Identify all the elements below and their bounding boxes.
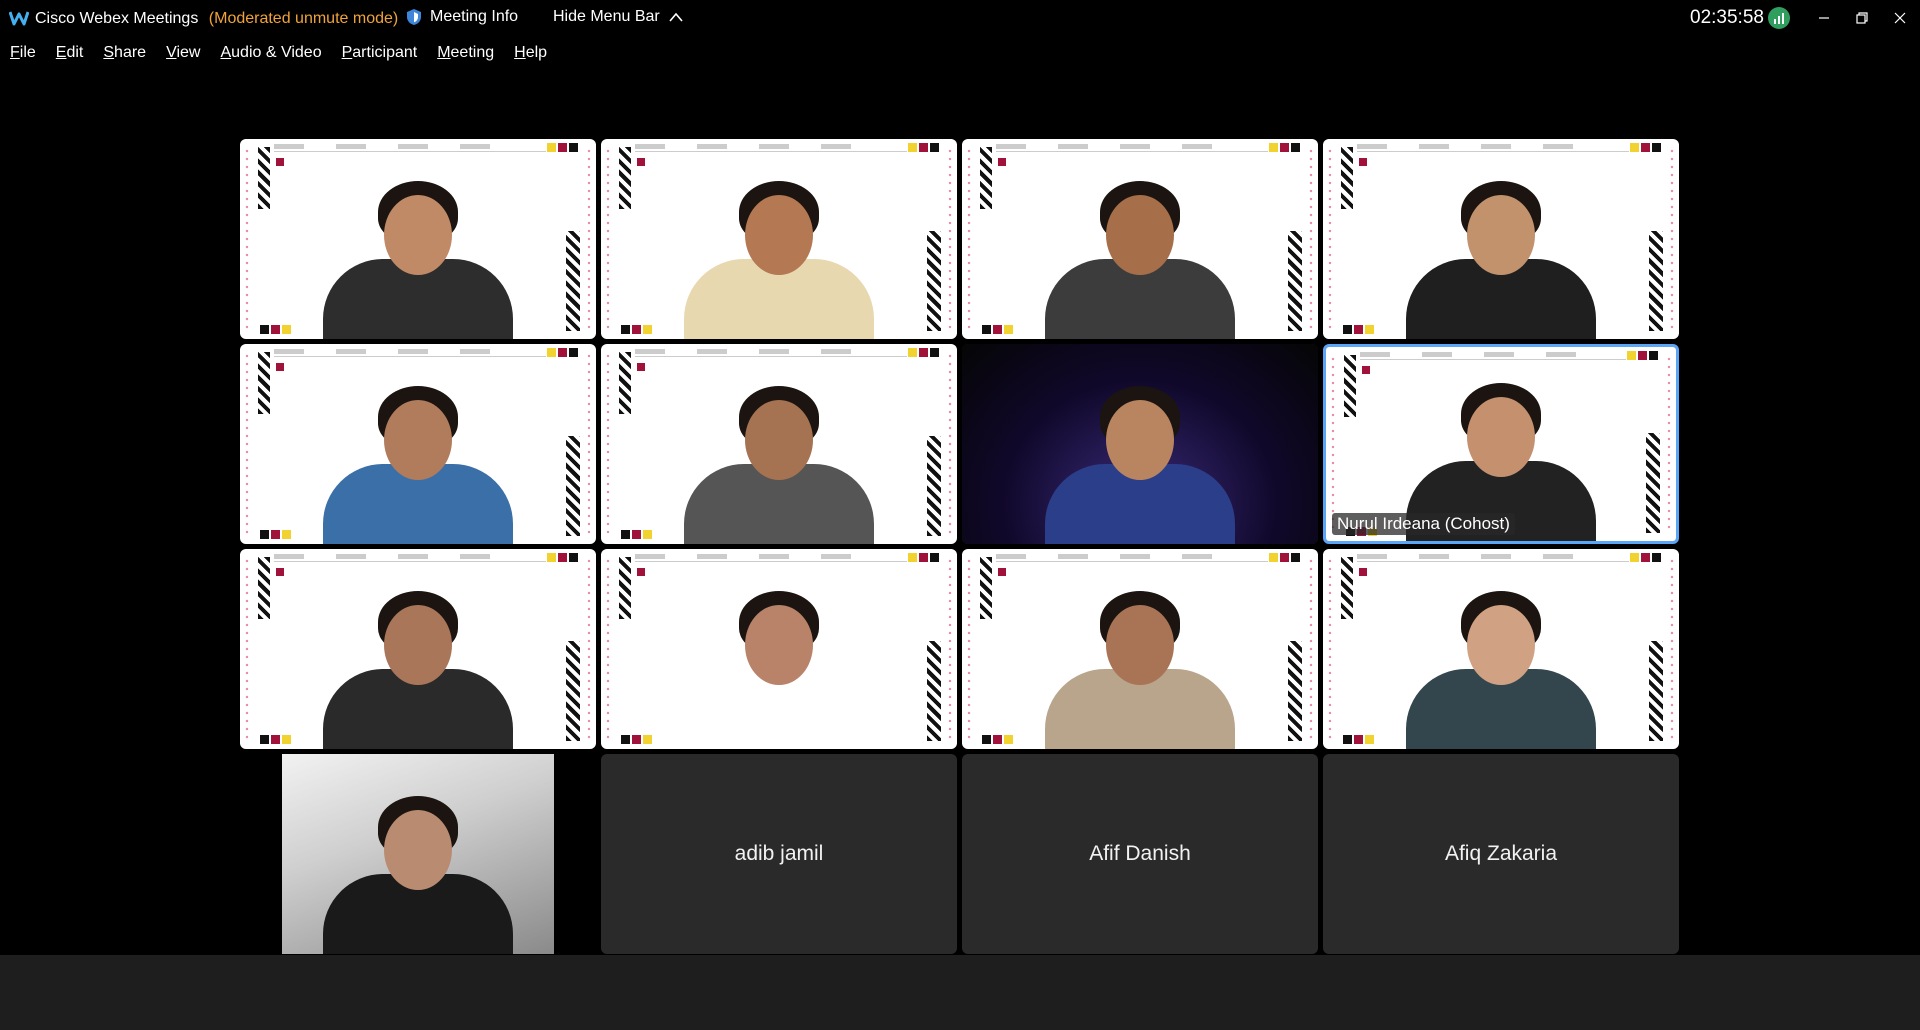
menu-file[interactable]: File (10, 44, 36, 68)
participant-tile[interactable] (962, 344, 1318, 544)
restore-button[interactable] (1848, 6, 1876, 30)
participant-name: adib jamil (734, 842, 824, 865)
participant-tile[interactable]: Afiq Zakaria (1323, 754, 1679, 954)
participant-name: Afiq Zakaria (1444, 842, 1558, 865)
app-name: Cisco Webex Meetings (35, 10, 199, 27)
menu-accelerator: H (514, 44, 526, 61)
participant-name-tag: Nurul Irdeana (Cohost) (1332, 513, 1515, 535)
participant-tile[interactable]: Nurul Irdeana (Cohost) (1323, 344, 1679, 544)
menu-label: dit (66, 44, 84, 61)
menu-bar: File Edit Share View Audio & Video Participan… (0, 44, 557, 68)
participant-tile[interactable] (962, 549, 1318, 749)
menu-accelerator: M (437, 44, 451, 61)
shield-icon (407, 9, 421, 25)
participant-tile[interactable] (1323, 139, 1679, 339)
menu-label: elp (525, 44, 548, 61)
participant-video-feed (679, 169, 879, 339)
participant-tile[interactable] (1323, 549, 1679, 749)
video-grid: Nurul Irdeana (Cohost) adib jamil Afif Dan… (240, 139, 1681, 954)
participant-name: Afif Danish (1089, 842, 1191, 865)
participant-tile[interactable] (240, 549, 596, 749)
participant-video-feed (1401, 169, 1601, 339)
meeting-info-button[interactable]: Meeting Info (406, 8, 518, 26)
meeting-clock: 02:35:58 (1690, 7, 1764, 28)
participant-tile[interactable]: Afif Danish (962, 754, 1318, 954)
menu-accelerator: F (10, 44, 20, 61)
participant-video-feed (318, 374, 518, 544)
menu-participant[interactable]: Participant (342, 44, 418, 68)
webex-logo-icon (9, 11, 29, 26)
participant-video-feed (1040, 374, 1240, 544)
menu-label: iew (176, 44, 201, 61)
participant-tile[interactable]: adib jamil (601, 754, 957, 954)
close-button[interactable] (1886, 6, 1914, 30)
menu-accelerator: A (220, 44, 232, 61)
participant-tile[interactable] (601, 344, 957, 544)
hide-menu-bar-label: Hide Menu Bar (553, 8, 660, 25)
window-title: Cisco Webex Meetings (Moderated unmute m… (35, 10, 398, 28)
participant-video-feed (1401, 579, 1601, 749)
participant-video-feed (318, 579, 518, 749)
close-icon (1894, 12, 1906, 24)
menu-edit[interactable]: Edit (56, 44, 84, 68)
participant-video-feed (318, 169, 518, 339)
participant-tile[interactable] (601, 139, 957, 339)
meeting-info-label: Meeting Info (430, 8, 519, 25)
menu-help[interactable]: Help (514, 44, 547, 68)
participant-video-feed (679, 579, 879, 749)
menu-accelerator: P (341, 44, 353, 61)
menu-label: udio & Video (231, 44, 322, 61)
participant-tile[interactable] (240, 754, 596, 954)
title-bar: Cisco Webex Meetings (Moderated unmute m… (0, 0, 1920, 38)
participant-video-feed (1040, 169, 1240, 339)
network-health-icon[interactable] (1768, 7, 1790, 29)
participant-tile[interactable] (240, 344, 596, 544)
menu-share[interactable]: Share (103, 44, 146, 68)
hide-menu-bar-button[interactable]: Hide Menu Bar (553, 8, 684, 26)
chevron-up-icon (669, 12, 683, 22)
menu-accelerator: S (103, 44, 115, 61)
participant-tile[interactable] (962, 139, 1318, 339)
menu-accelerator: V (166, 44, 177, 61)
participant-tile[interactable] (601, 549, 957, 749)
minimize-button[interactable] (1810, 6, 1838, 30)
menu-label: ile (19, 44, 36, 61)
menu-audio-video[interactable]: Audio & Video (220, 44, 321, 68)
menu-accelerator: E (55, 44, 67, 61)
menu-label: hare (114, 44, 147, 61)
restore-icon (1856, 12, 1868, 24)
menu-meeting[interactable]: Meeting (437, 44, 494, 68)
participant-video-feed (1040, 579, 1240, 749)
menu-label: articipant (352, 44, 418, 61)
meeting-mode-label: (Moderated unmute mode) (208, 10, 399, 27)
menu-label: eeting (450, 44, 495, 61)
menu-view[interactable]: View (166, 44, 200, 68)
participant-video-feed (679, 374, 879, 544)
minimize-icon (1819, 17, 1829, 19)
bottom-panel (0, 955, 1920, 1030)
participant-tile[interactable] (240, 139, 596, 339)
participant-video-feed (318, 784, 518, 954)
